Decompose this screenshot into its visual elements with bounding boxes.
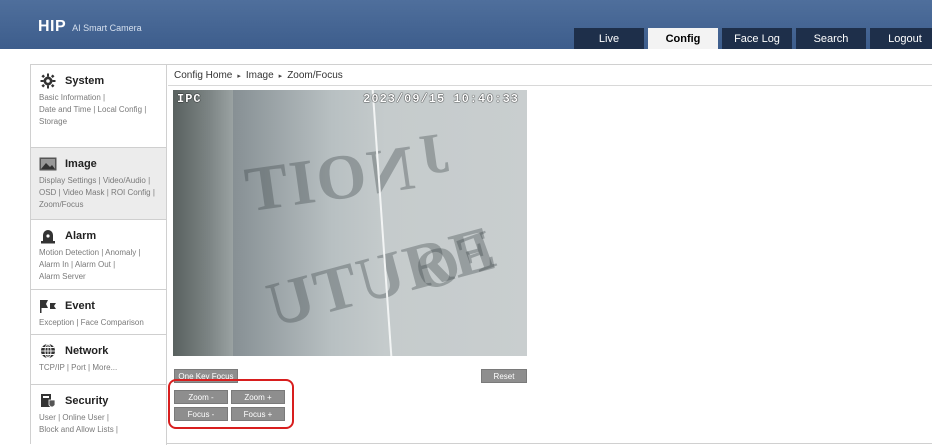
sidebar-head-network[interactable]: Network: [39, 343, 160, 359]
sidebar-title-network: Network: [65, 345, 109, 357]
brand-logo: HIP: [38, 18, 67, 35]
main-nav: Live Config Face Log Search Logout: [574, 28, 932, 49]
sidebar-link[interactable]: Motion Detection | Anomaly |: [39, 247, 160, 259]
highlight-box: [168, 379, 294, 429]
sidebar-title-system: System: [65, 75, 105, 87]
tab-search[interactable]: Search: [796, 28, 866, 49]
video-scene-post: [173, 90, 233, 356]
sidebar-section-image: Image Display Settings | Video/Audio | O…: [31, 148, 166, 220]
focus-plus-button[interactable]: Focus +: [231, 407, 285, 421]
sidebar-link[interactable]: Storage: [39, 116, 160, 128]
osd-camera-name: IPC: [177, 92, 202, 106]
sidebar-links-network: TCP/IP | Port | More...: [39, 362, 160, 374]
sidebar-link[interactable]: Block and Allow Lists |: [39, 424, 160, 436]
sidebar-links-event: Exception | Face Comparison: [39, 317, 160, 329]
sidebar: System Basic Information | Date and Time…: [31, 65, 167, 445]
sidebar-link[interactable]: User | Online User |: [39, 412, 160, 424]
sidebar-head-security[interactable]: Security: [39, 393, 160, 409]
zoom-plus-button[interactable]: Zoom +: [231, 390, 285, 404]
sidebar-links-security: User | Online User | Block and Allow Lis…: [39, 412, 160, 436]
sidebar-link[interactable]: Alarm In | Alarm Out |: [39, 259, 160, 271]
tab-logout[interactable]: Logout: [870, 28, 932, 49]
top-header-bar: HIP AI Smart Camera Live Config Face Log…: [0, 0, 932, 49]
tab-config[interactable]: Config: [648, 28, 718, 49]
focus-minus-button[interactable]: Focus -: [174, 407, 228, 421]
sidebar-link[interactable]: Display Settings | Video/Audio |: [39, 175, 160, 187]
sidebar-link[interactable]: Date and Time | Local Config |: [39, 104, 160, 116]
sidebar-link[interactable]: Alarm Server: [39, 271, 160, 283]
config-frame: System Basic Information | Date and Time…: [30, 64, 932, 445]
breadcrumb-divider: [168, 85, 932, 86]
gear-icon: [39, 73, 57, 89]
sidebar-head-event[interactable]: Event: [39, 298, 160, 314]
sidebar-section-system: System Basic Information | Date and Time…: [31, 65, 166, 148]
sidebar-link[interactable]: Zoom/Focus: [39, 199, 160, 211]
video-scene-window-text: NOIT: [238, 131, 419, 226]
breadcrumb: Config Home ▸ Image ▸ Zoom/Focus: [174, 70, 343, 81]
zoom-minus-button[interactable]: Zoom -: [174, 390, 228, 404]
sidebar-section-security: Security User | Online User | Block and …: [31, 385, 166, 445]
sidebar-link[interactable]: Basic Information |: [39, 92, 160, 104]
sidebar-section-network: Network TCP/IP | Port | More...: [31, 335, 166, 385]
tab-live[interactable]: Live: [574, 28, 644, 49]
breadcrumb-item[interactable]: Image: [246, 70, 274, 81]
live-video-preview[interactable]: NOIT ƎЯUTU J FO IPC 2023/09/15 10:40:33: [173, 90, 527, 356]
security-icon: [39, 393, 57, 409]
main-content: Config Home ▸ Image ▸ Zoom/Focus NOIT ƎЯ…: [168, 65, 932, 445]
sidebar-section-alarm: Alarm Motion Detection | Anomaly | Alarm…: [31, 220, 166, 290]
brand: HIP AI Smart Camera: [38, 18, 142, 36]
sidebar-link[interactable]: Exception | Face Comparison: [39, 317, 160, 329]
reset-button[interactable]: Reset: [481, 369, 527, 383]
alarm-icon: [39, 228, 57, 244]
video-scene-window-text: J: [413, 119, 454, 188]
osd-timestamp: 2023/09/15 10:40:33: [363, 92, 519, 106]
sidebar-links-system: Basic Information | Date and Time | Loca…: [39, 92, 160, 128]
sidebar-head-alarm[interactable]: Alarm: [39, 228, 160, 244]
breadcrumb-separator-icon: ▸: [237, 72, 241, 80]
sidebar-title-image: Image: [65, 158, 97, 170]
globe-icon: [39, 343, 57, 359]
sidebar-title-security: Security: [65, 395, 109, 407]
breadcrumb-item: Zoom/Focus: [287, 70, 343, 81]
event-icon: [39, 298, 57, 314]
breadcrumb-item[interactable]: Config Home: [174, 70, 232, 81]
brand-subtitle: AI Smart Camera: [72, 23, 142, 33]
sidebar-title-event: Event: [65, 300, 95, 312]
sidebar-links-alarm: Motion Detection | Anomaly | Alarm In | …: [39, 247, 160, 283]
sidebar-head-image[interactable]: Image: [39, 156, 160, 172]
sidebar-section-event: Event Exception | Face Comparison: [31, 290, 166, 335]
tab-face-log[interactable]: Face Log: [722, 28, 792, 49]
sidebar-link[interactable]: TCP/IP | Port | More...: [39, 362, 160, 374]
image-icon: [39, 156, 57, 172]
breadcrumb-separator-icon: ▸: [278, 72, 283, 80]
sidebar-title-alarm: Alarm: [65, 230, 97, 242]
sidebar-head-system[interactable]: System: [39, 73, 160, 89]
sidebar-link[interactable]: OSD | Video Mask | ROI Config |: [39, 187, 160, 199]
sidebar-links-image: Display Settings | Video/Audio | OSD | V…: [39, 175, 160, 211]
